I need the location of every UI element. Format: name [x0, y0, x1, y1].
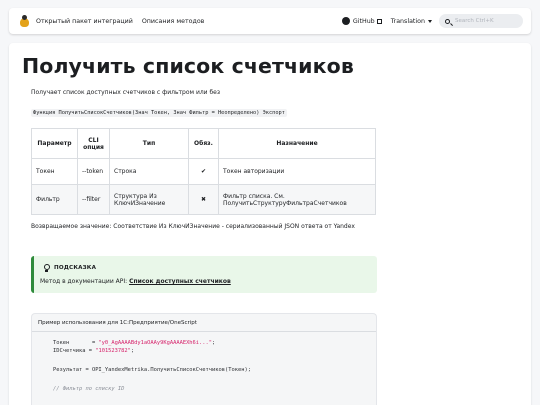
cell-cli: --filter — [77, 184, 110, 215]
navbar: Открытый пакет интеграций Описания метод… — [9, 8, 531, 34]
table-row: Токен --token Строка ✔ Токен авторизации — [31, 158, 376, 185]
external-link-icon — [376, 18, 382, 24]
code-line: IDСчетчика = "101523782"; — [53, 348, 135, 354]
nav-link-integrations[interactable]: Открытый пакет интеграций — [36, 18, 133, 25]
cell-type: Строка — [109, 158, 189, 185]
lightbulb-icon — [43, 264, 50, 272]
cell-param: Токен — [31, 158, 78, 185]
code-comment: // Фильтр по списку ID — [53, 386, 125, 392]
header-type: Тип — [109, 128, 189, 159]
check-icon: ✔ — [188, 158, 219, 185]
tip-body: Метод в документации API: Список доступн… — [40, 278, 231, 285]
header-required: Обяз. — [188, 128, 219, 159]
github-link[interactable]: GitHub — [353, 18, 375, 25]
table-header-row: Параметр CLI опция Тип Обяз. Назначение — [31, 128, 376, 159]
logo-icon[interactable] — [19, 15, 30, 27]
header-cli: CLI опция — [77, 128, 110, 159]
tip-title: ПОДСКАЗКА — [54, 265, 97, 271]
code-line: Результат = OPI_YandexMetrika.ПолучитьСп… — [53, 367, 251, 373]
header-param: Параметр — [31, 128, 78, 159]
nav-link-methods[interactable]: Описания методов — [142, 18, 205, 25]
cell-param: Фильтр — [31, 184, 78, 215]
cross-icon: ✖ — [188, 184, 219, 215]
parameters-table: Параметр CLI опция Тип Обяз. Назначение Т… — [31, 128, 376, 215]
cell-type: Структура Из КлючИЗначение — [109, 184, 189, 215]
chevron-down-icon — [428, 19, 432, 23]
tip-admonition: ПОДСКАЗКА Метод в документации API: Спис… — [31, 256, 377, 293]
function-signature: Функция ПолучитьСписокСчетчиков(Знач Ток… — [31, 109, 287, 117]
cell-purpose: Токен авторизации — [218, 158, 376, 185]
page-description: Получает список доступных счетчиков с фи… — [31, 89, 221, 96]
search-box[interactable] — [439, 14, 523, 28]
header-purpose: Назначение — [218, 128, 376, 159]
github-icon[interactable] — [341, 17, 350, 25]
api-docs-link[interactable]: Список доступных счетчиков — [129, 278, 231, 285]
cell-purpose: Фильтр списка. См. ПолучитьСтруктуруФильт… — [218, 184, 376, 215]
search-input[interactable] — [455, 18, 515, 24]
search-icon — [445, 18, 450, 24]
cell-cli: --token — [77, 158, 110, 185]
code-block: Пример использования для 1С:Предприятие/… — [31, 313, 377, 405]
translation-label: Translation — [390, 17, 425, 25]
table-row: Фильтр --filter Структура Из КлючИЗначени… — [31, 184, 376, 215]
code-block-title: Пример использования для 1С:Предприятие/… — [32, 314, 376, 332]
code-line: Токен = "y0_AgAAAABdy1aOAAy9KgAAAAEXh6i.… — [53, 340, 216, 346]
page-title: Получить список счетчиков — [22, 54, 354, 78]
translation-dropdown[interactable]: Translation — [391, 18, 432, 25]
tip-header: ПОДСКАЗКА — [43, 264, 96, 272]
return-value-text: Возвращаемое значение: Соответствие Из К… — [31, 223, 355, 230]
navbar-right: GitHub Translation — [341, 14, 523, 28]
